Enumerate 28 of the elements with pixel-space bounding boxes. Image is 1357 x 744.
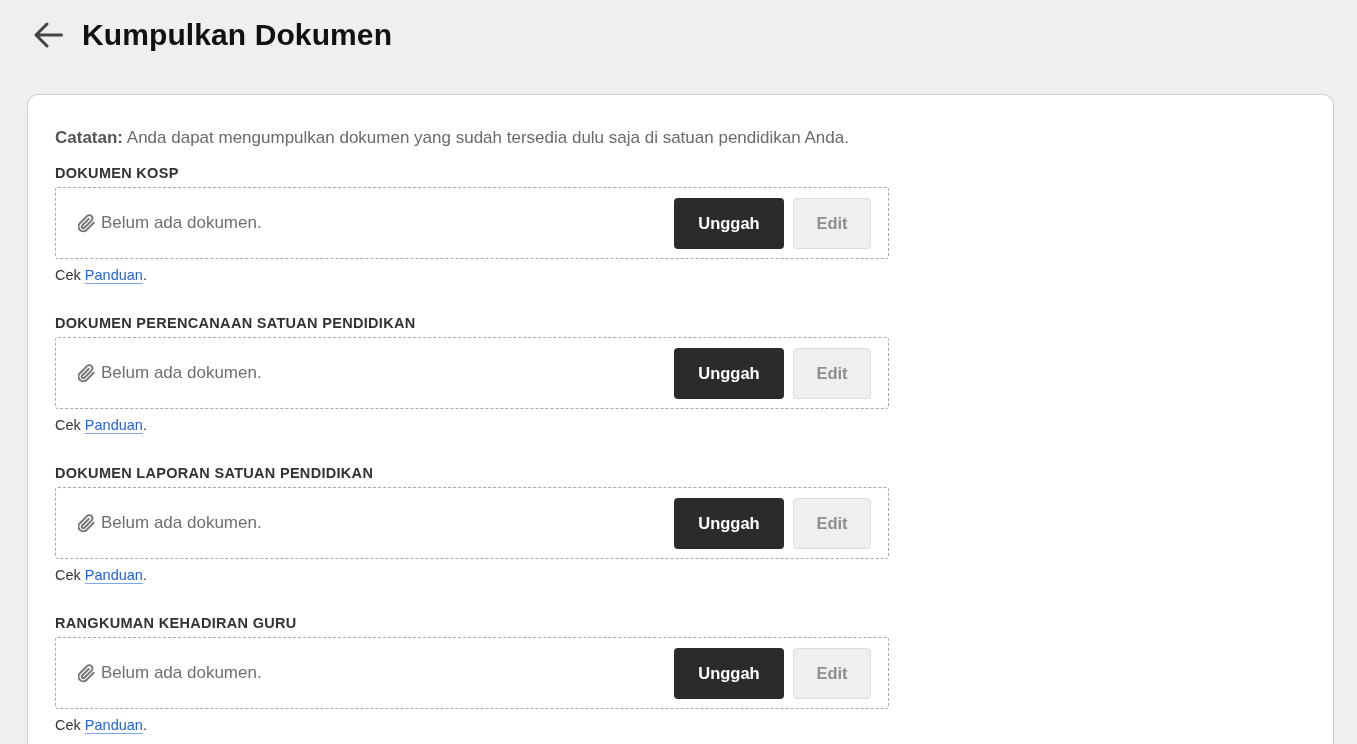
note-text: Catatan: Anda dapat mengumpulkan dokumen yang sudah tersedia dulu saja di satuan pendidikan Anda. — [55, 127, 850, 149]
guide-note: Cek Panduan. — [55, 416, 147, 434]
guide-note: Cek Panduan. — [55, 716, 147, 734]
section-label: RANGKUMAN KEHADIRAN GURU — [55, 614, 297, 632]
guide-link[interactable]: Panduan — [84, 717, 143, 733]
paperclip-icon — [78, 213, 95, 233]
paperclip-icon — [78, 513, 95, 533]
empty-status-text: Belum ada dokumen. — [101, 213, 263, 233]
back-arrow-icon — [33, 22, 63, 48]
upload-button[interactable]: Unggah — [674, 197, 784, 249]
paperclip-icon — [78, 363, 95, 383]
upload-button[interactable]: Unggah — [674, 347, 784, 399]
guide-link[interactable]: Panduan — [84, 267, 143, 283]
section-label: DOKUMEN KOSP — [55, 164, 179, 182]
upload-button[interactable]: Unggah — [674, 497, 784, 549]
guide-note: Cek Panduan. — [55, 266, 147, 284]
guide-link[interactable]: Panduan — [84, 417, 143, 433]
empty-status-text: Belum ada dokumen. — [101, 513, 263, 533]
back-button[interactable] — [33, 22, 63, 48]
empty-status-text: Belum ada dokumen. — [101, 663, 263, 683]
section-label: DOKUMEN LAPORAN SATUAN PENDIDIKAN — [55, 464, 374, 482]
empty-status-text: Belum ada dokumen. — [101, 363, 263, 383]
section-label: DOKUMEN PERENCANAAN SATUAN PENDIDIKAN — [55, 314, 416, 332]
page-title: Kumpulkan Dokumen — [82, 18, 393, 52]
paperclip-icon — [78, 663, 95, 683]
guide-link[interactable]: Panduan — [84, 567, 143, 583]
guide-note: Cek Panduan. — [55, 566, 147, 584]
upload-button[interactable]: Unggah — [674, 647, 784, 699]
